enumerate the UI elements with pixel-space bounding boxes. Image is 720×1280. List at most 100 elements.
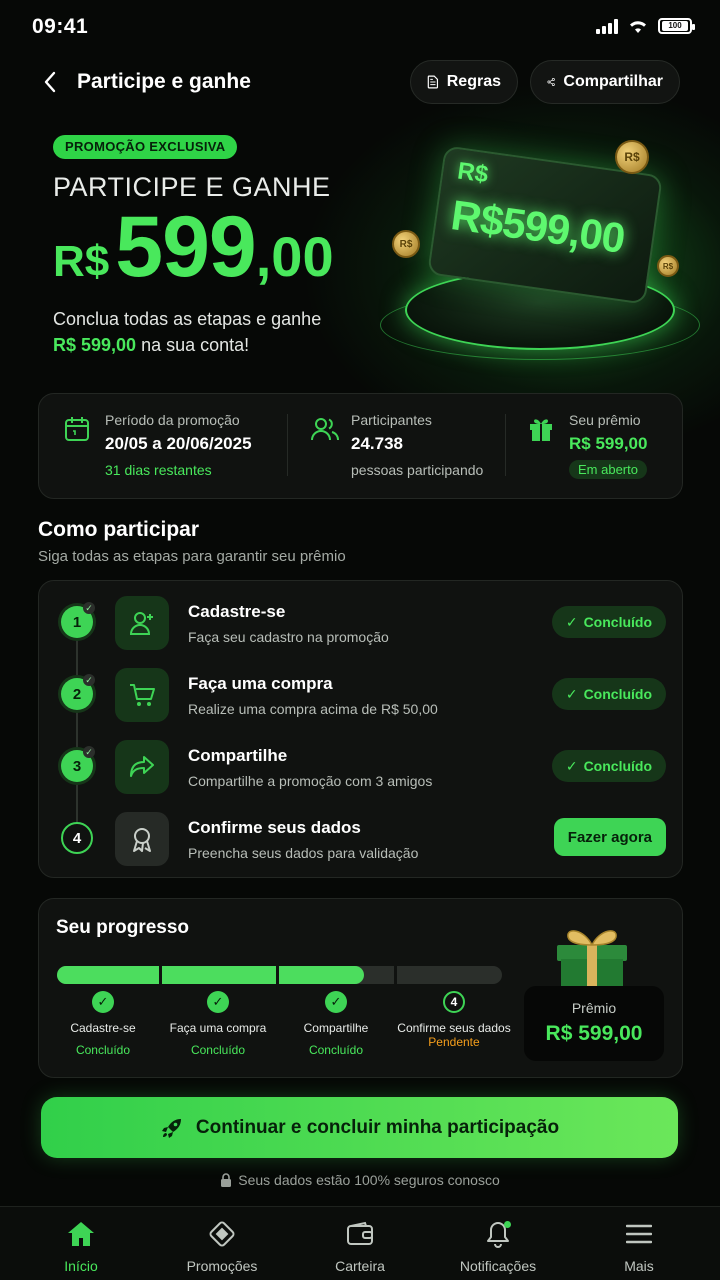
check-icon: ✓ (565, 757, 578, 774)
share-label: Compartilhar (563, 73, 663, 90)
continue-participation-button[interactable]: Continuar e concluir minha participação (41, 1097, 678, 1158)
step-icon-box (115, 668, 169, 722)
menu-icon (626, 1224, 652, 1244)
security-note: Seus dados estão 100% seguros conosco (0, 1172, 720, 1188)
page-title: Participe e ganhe (77, 70, 251, 93)
participants-sub: pessoas participando (351, 462, 484, 478)
steps-card: 1 ✓ Cadastre-se Faça seu cadastro na pro… (38, 580, 683, 878)
step-item: 3 ✓ Compartilhe Compartilhe a promoção c… (39, 728, 684, 800)
participants-value: 24.738 (351, 434, 403, 453)
nav-item-promotions[interactable]: Promoções (152, 1219, 292, 1274)
calendar-icon (65, 417, 89, 441)
status-bar: 09:41 100 (0, 0, 720, 54)
progress-step-name: Compartilhe (303, 1021, 369, 1035)
progress-card: Seu progresso ✓ Cadastre-se Concluído ✓ … (38, 898, 683, 1078)
notification-dot (504, 1221, 511, 1228)
nav-label: Mais (624, 1258, 654, 1274)
step-icon-box (115, 596, 169, 650)
check-icon: ✓ (207, 991, 229, 1013)
gift-box-icon (557, 930, 627, 989)
share-arrow-icon (130, 756, 154, 777)
nav-item-home[interactable]: Início (11, 1219, 151, 1274)
step-icon-box (115, 740, 169, 794)
nav-label: Notificações (459, 1258, 537, 1274)
step-title: Faça uma compra (188, 674, 333, 693)
progress-step-name: Cadastre-se (70, 1021, 136, 1035)
status-icons: 100 (596, 18, 695, 34)
wallet-icon (347, 1221, 373, 1245)
nav-item-notifications[interactable]: Notificações (428, 1219, 568, 1274)
progress-step: ✓ Compartilhe Concluído (276, 991, 396, 1057)
bottom-nav: Início Promoções Carteira Notificações M… (0, 1206, 720, 1280)
money-card-amount: R$599,00 (448, 191, 628, 262)
signal-icon (596, 18, 618, 34)
nav-item-wallet[interactable]: Carteira (290, 1219, 430, 1274)
hero-amount-main: 599 (115, 199, 256, 295)
hero-description: Conclua todas as etapas e ganhe R$ 599,0… (53, 306, 373, 358)
coin-icon: R$ (392, 230, 420, 258)
do-now-button[interactable]: Fazer agora (553, 818, 666, 856)
check-icon: ✓ (92, 991, 114, 1013)
check-icon: ✓ (83, 746, 95, 758)
progress-step-name: Confirme seus dados (397, 1021, 511, 1035)
status-time: 09:41 (32, 15, 89, 38)
period-value: 20/05 a 20/06/2025 (105, 434, 252, 453)
progress-step: ✓ Faça uma compra Concluído (158, 991, 278, 1057)
step-item: 1 ✓ Cadastre-se Faça seu cadastro na pro… (39, 584, 684, 656)
step-icon-box (115, 812, 169, 866)
how-subtitle: Siga todas as etapas para garantir seu p… (38, 548, 346, 565)
share-button[interactable]: Compartilhar (530, 60, 680, 104)
nav-label: Início (64, 1258, 98, 1274)
document-icon (427, 75, 439, 89)
progress-step-number: 4 (443, 991, 465, 1013)
share-icon (547, 78, 555, 86)
home-icon (68, 1222, 94, 1246)
coin-icon: R$ (615, 140, 649, 174)
nav-item-more[interactable]: Mais (569, 1219, 709, 1274)
hero-desc-line2: na sua conta! (136, 335, 250, 355)
rules-label: Regras (446, 73, 501, 90)
progress-step-status: Concluído (308, 1043, 364, 1057)
rules-button[interactable]: Regras (410, 60, 518, 104)
step-description: Compartilhe a promoção com 3 amigos (188, 773, 433, 789)
period-label: Período da promoção (105, 412, 240, 428)
coin-icon: R$ (657, 255, 679, 277)
hero-desc-amount: R$ 599,00 (53, 335, 137, 355)
step-number: 4 (61, 822, 93, 854)
step-description: Preencha seus dados para validação (188, 845, 419, 861)
battery-icon: 100 (658, 18, 695, 34)
progress-step: 4 Confirme seus dados Pendente (394, 991, 514, 1049)
prize-value: R$ 599,00 (569, 434, 648, 453)
check-icon: ✓ (325, 991, 347, 1013)
prize-card-illustration: R$ R$599,00 R$ R$ R$ (380, 130, 700, 370)
gift-icon (530, 419, 552, 441)
continue-participation-label: Continuar e concluir minha participação (195, 1116, 560, 1138)
step-description: Faça seu cadastro na promoção (188, 629, 389, 645)
step-title: Compartilhe (188, 746, 288, 765)
prize-info: Seu prêmio R$ 599,00 Em aberto (569, 412, 647, 479)
step-title: Cadastre-se (188, 602, 286, 621)
divider (505, 414, 506, 476)
back-button[interactable] (36, 66, 64, 98)
prize-label: Seu prêmio (569, 412, 641, 428)
step-item: 2 ✓ Faça uma compra Realize uma compra a… (39, 656, 684, 728)
progress-step-name: Faça uma compra (169, 1021, 267, 1035)
hero-amount: R$ 599 ,00 (53, 198, 334, 297)
step-description: Realize uma compra acima de R$ 50,00 (188, 701, 438, 717)
progress-step-status: Concluído (75, 1043, 131, 1057)
prize-box: Prêmio R$ 599,00 (524, 986, 664, 1061)
progress-title: Seu progresso (56, 917, 190, 938)
wifi-icon (630, 21, 646, 33)
check-icon: ✓ (83, 674, 95, 686)
award-icon (133, 828, 151, 852)
diamond-tag-icon (209, 1221, 235, 1247)
hero-currency: R$ (53, 237, 110, 286)
cart-icon (130, 684, 155, 706)
period-remaining: 31 dias restantes (105, 462, 212, 478)
participants-info: Participantes 24.738 pessoas participand… (351, 412, 483, 478)
promo-info-card: Período da promoção 20/05 a 20/06/2025 3… (38, 393, 683, 499)
progress-step: ✓ Cadastre-se Concluído (43, 991, 163, 1057)
money-card-currency: R$ (455, 157, 490, 189)
user-add-icon (129, 612, 153, 635)
nav-label: Promoções (186, 1258, 258, 1274)
